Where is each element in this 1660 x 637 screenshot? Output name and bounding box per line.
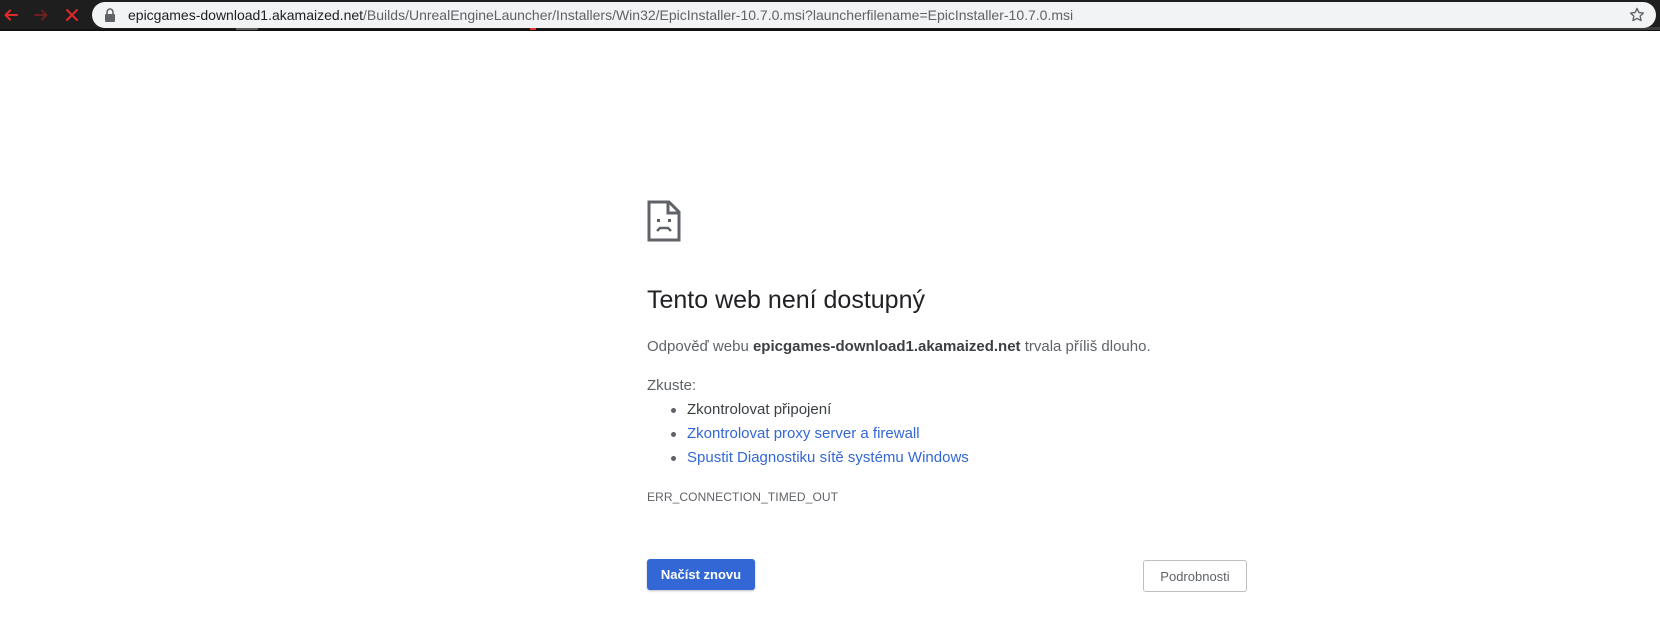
back-arrow-icon — [4, 9, 18, 21]
error-description: Odpověď webu epicgames-download1.akamaiz… — [647, 338, 1151, 355]
forward-arrow-icon — [34, 9, 48, 21]
page-title: Tento web není dostupný — [647, 286, 925, 314]
suggestion-check-proxy-link[interactable]: Zkontrolovat proxy server a firewall — [647, 422, 969, 446]
forward-button[interactable] — [30, 4, 52, 26]
close-icon — [66, 9, 78, 21]
url-domain: epicgames-download1.akamaized.net — [128, 7, 364, 23]
suggestions-list: Zkontrolovat připojení Zkontrolovat prox… — [647, 398, 969, 470]
reload-button[interactable]: Načíst znovu — [647, 559, 755, 590]
details-button[interactable]: Podrobnosti — [1143, 560, 1247, 592]
suggestion-check-connection: Zkontrolovat připojení — [647, 398, 969, 422]
url-path: /Builds/UnrealEngineLauncher/Installers/… — [363, 7, 1074, 23]
back-button[interactable] — [0, 4, 22, 26]
suggestions-label: Zkuste: — [647, 377, 697, 394]
suggestion-network-diagnostics-link[interactable]: Spustit Diagnostiku sítě systému Windows — [647, 446, 969, 470]
description-suffix: trvala příliš dlouho. — [1020, 338, 1151, 355]
stop-button[interactable] — [61, 4, 83, 26]
browser-toolbar: epicgames-download1.akamaized.net/Builds… — [0, 0, 1660, 31]
url-text[interactable]: epicgames-download1.akamaized.net/Builds… — [128, 2, 1073, 28]
description-host: epicgames-download1.akamaized.net — [752, 338, 1021, 355]
error-code: ERR_CONNECTION_TIMED_OUT — [647, 490, 839, 504]
address-bar[interactable]: epicgames-download1.akamaized.net/Builds… — [92, 2, 1656, 28]
sad-document-icon — [647, 200, 681, 242]
star-icon[interactable] — [1628, 6, 1646, 24]
lock-icon — [105, 8, 115, 22]
description-prefix: Odpověď webu — [647, 338, 753, 355]
